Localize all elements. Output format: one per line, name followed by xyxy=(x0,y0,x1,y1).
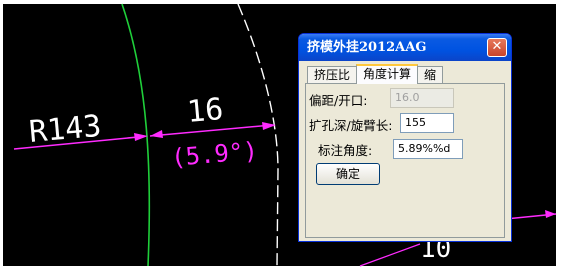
tab-angle-calculation[interactable]: 角度计算 xyxy=(356,64,419,84)
tab-extrusion-ratio[interactable]: 挤压比 xyxy=(307,66,358,83)
ok-button[interactable]: 确定 xyxy=(316,163,380,185)
tab-bar: 挤压比 角度计算 缩 xyxy=(307,64,444,84)
annotation-angle-field[interactable]: 5.89%%d xyxy=(393,139,463,159)
annotation-angle-label: 标注角度: xyxy=(318,143,373,158)
close-icon: ✕ xyxy=(491,39,503,54)
offset-label: 偏距/开口: xyxy=(309,93,368,108)
offset-field[interactable]: 16.0 xyxy=(390,88,454,108)
dialog-title: 挤模外挂2012AAG xyxy=(307,40,427,55)
dimension-value: 16 xyxy=(186,92,225,130)
angle-calculation-panel: 偏距/开口: 16.0 扩孔深/旋臂长: 155 标注角度: 5.89%%d 确… xyxy=(305,83,505,238)
depth-field[interactable]: 155 xyxy=(400,113,454,133)
tab-shrink[interactable]: 缩 xyxy=(417,66,444,83)
radius-label: R143 xyxy=(28,109,103,150)
close-button[interactable]: ✕ xyxy=(487,38,507,57)
plugin-dialog: 挤模外挂2012AAG ✕ 挤压比 角度计算 缩 偏距/开口: 16.0 扩孔深… xyxy=(298,33,512,242)
dialog-titlebar[interactable]: 挤模外挂2012AAG ✕ xyxy=(299,34,511,61)
depth-label: 扩孔深/旋臂长: xyxy=(309,118,393,133)
